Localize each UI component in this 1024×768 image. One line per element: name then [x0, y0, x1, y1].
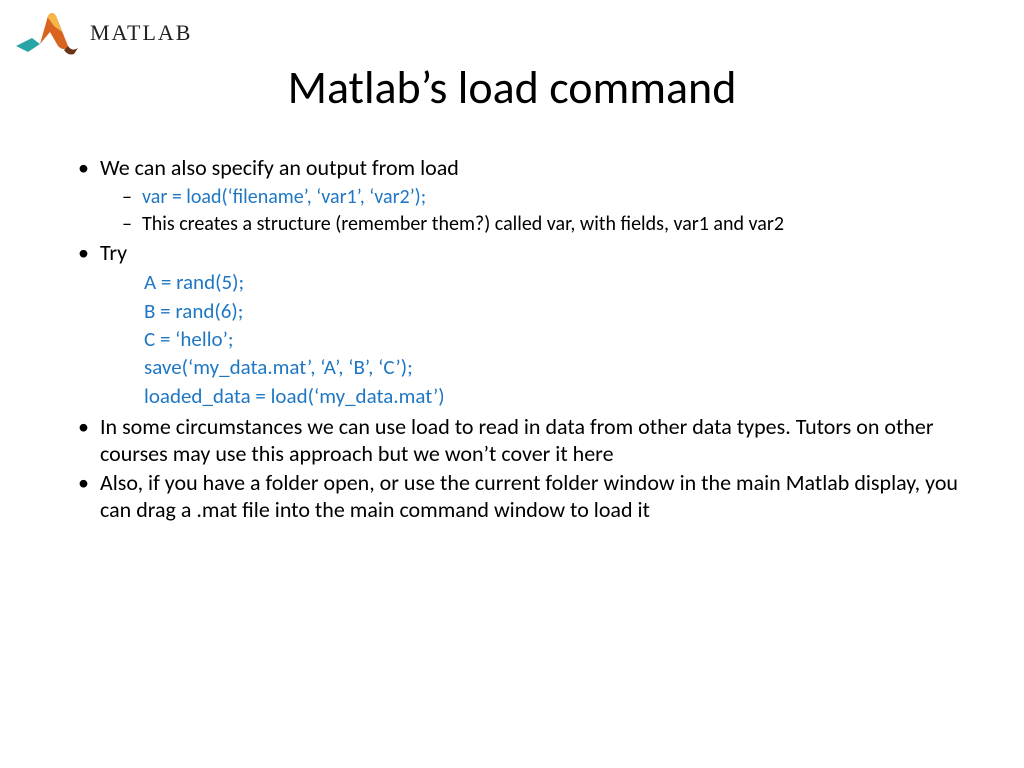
matlab-logo-icon [14, 8, 84, 58]
bullet-2: Try A = rand(5); B = rand(6); C = ‘hello… [78, 240, 964, 411]
code-line-3: C = ‘hello’; [144, 325, 964, 353]
bullet-1: We can also specify an output from load … [78, 155, 964, 237]
bullet-1-text: We can also specify an output from load [100, 154, 459, 181]
code-line-2: B = rand(6); [144, 297, 964, 325]
slide-content: We can also specify an output from load … [78, 155, 964, 525]
bullet-1-sub-2-text: This creates a structure (remember them?… [142, 212, 784, 236]
code-block-try: A = rand(5); B = rand(6); C = ‘hello’; s… [144, 268, 964, 410]
logo-brand-text: MATLAB [90, 20, 192, 46]
bullet-4: Also, if you have a folder open, or use … [78, 470, 964, 524]
bullet-1-sub-1: var = load(‘filename’, ‘var1’, ‘var2’); [122, 185, 964, 209]
bullet-3: In some circumstances we can use load to… [78, 414, 964, 468]
code-inline-load-output: var = load(‘filename’, ‘var1’, ‘var2’); [142, 185, 426, 209]
code-line-4: save(‘my_data.mat’, ‘A’, ‘B’, ‘C’); [144, 353, 964, 381]
bullet-1-sub-2: This creates a structure (remember them?… [122, 212, 964, 236]
bullet-2-text: Try [100, 239, 127, 266]
logo-area: MATLAB [14, 8, 192, 58]
bullet-3-text: In some circumstances we can use load to… [100, 413, 934, 467]
code-line-1: A = rand(5); [144, 268, 964, 296]
slide-title: Matlab’s load command [0, 60, 1024, 116]
bullet-4-text: Also, if you have a folder open, or use … [100, 469, 958, 523]
code-line-5: loaded_data = load(‘my_data.mat’) [144, 382, 964, 410]
